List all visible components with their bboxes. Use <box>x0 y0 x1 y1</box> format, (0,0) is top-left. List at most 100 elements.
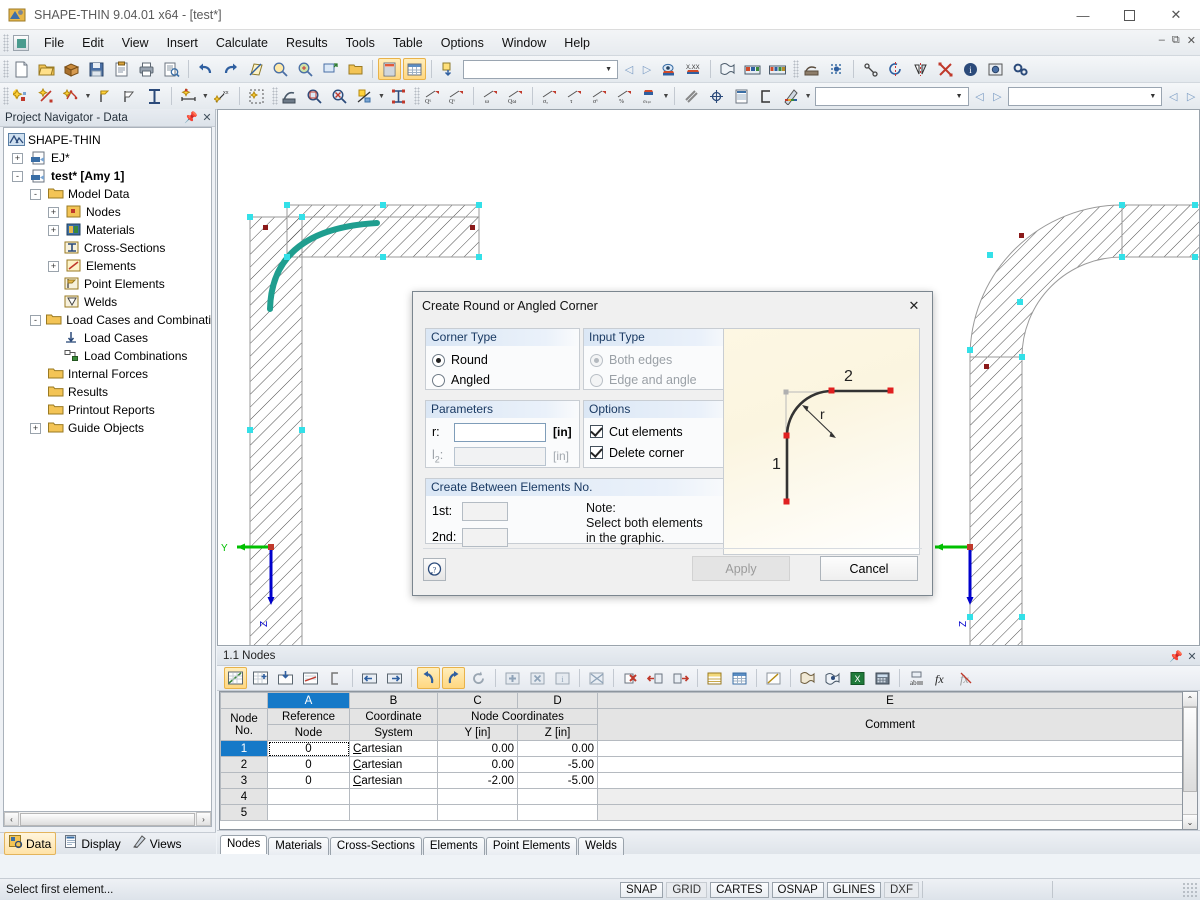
open-folder-icon[interactable] <box>35 58 58 80</box>
resize-gripper-icon[interactable] <box>1182 882 1198 898</box>
folder-yellow-icon[interactable] <box>344 58 367 80</box>
redo-icon[interactable] <box>442 667 465 689</box>
calculator-icon[interactable] <box>871 667 894 689</box>
dimension-dropdown-icon[interactable]: ▼ <box>201 85 210 107</box>
expander-plus-icon[interactable]: + <box>48 207 59 218</box>
column-letter-d[interactable]: D <box>518 693 598 709</box>
mesh-icon[interactable] <box>800 58 823 80</box>
sheet-tab-elements[interactable]: Elements <box>423 837 485 855</box>
tree-item-materials[interactable]: + Materials <box>4 221 211 239</box>
delete-red-icon[interactable] <box>619 667 642 689</box>
checkbox-cut-elements[interactable]: Cut elements <box>584 421 734 442</box>
open-package-icon[interactable] <box>60 58 83 80</box>
tree-item-load-cases[interactable]: Load Cases <box>4 329 211 347</box>
tree-item-model-data[interactable]: - Model Data <box>4 185 211 203</box>
mdi-minimize-button[interactable]: – <box>1159 34 1165 47</box>
sigma-x-icon[interactable]: σₓ <box>538 85 561 107</box>
cell-reference-node[interactable] <box>268 805 350 821</box>
decimal-places-icon[interactable]: X.XX <box>682 58 705 80</box>
cell-coordinate-system[interactable] <box>350 789 438 805</box>
expander-plus-icon[interactable]: + <box>48 225 59 236</box>
zoom-window-icon[interactable] <box>319 58 342 80</box>
column-letter-b[interactable]: B <box>350 693 438 709</box>
mdi-close-button[interactable]: ✕ <box>1187 34 1196 47</box>
color-scale-dropdown-icon[interactable]: ▼ <box>804 85 813 107</box>
row-number[interactable]: 4 <box>221 789 268 805</box>
cell-comment[interactable] <box>598 805 1183 821</box>
cell-y[interactable]: -2.00 <box>438 773 518 789</box>
cell-z[interactable] <box>518 789 598 805</box>
scroll-thumb[interactable] <box>1183 707 1197 792</box>
edit-shape-icon[interactable] <box>244 58 267 80</box>
results-combo-2-next[interactable]: ▷ <box>1182 85 1200 107</box>
expander-plus-icon[interactable]: + <box>12 153 23 164</box>
info-icon[interactable]: i <box>959 58 982 80</box>
grid-color-icon[interactable] <box>728 667 751 689</box>
sheet-tab-materials[interactable]: Materials <box>268 837 329 855</box>
cad-shape-right[interactable] <box>970 205 1200 646</box>
expander-plus-icon[interactable]: + <box>30 423 41 434</box>
radius-spinner[interactable]: ▲▼ ▶ <box>454 423 546 442</box>
new-node-icon[interactable] <box>10 85 33 107</box>
toolbar-combo[interactable]: ▼ <box>463 60 618 79</box>
cell-coordinate-system[interactable]: Cartesian <box>350 741 438 757</box>
status-toggle-osnap[interactable]: OSNAP <box>772 882 824 898</box>
refresh-icon[interactable] <box>467 667 490 689</box>
cell-z[interactable]: 0.00 <box>518 741 598 757</box>
printout-report-icon[interactable] <box>716 58 739 80</box>
tree-item-point-elements[interactable]: Point Elements <box>4 275 211 293</box>
cell-reference-node[interactable]: 0 <box>268 757 350 773</box>
radio-round-indicator[interactable] <box>432 354 445 367</box>
menu-window[interactable]: Window <box>493 33 555 53</box>
section-icon[interactable] <box>680 85 703 107</box>
results-combo-1[interactable]: ▼ <box>815 87 969 106</box>
insert-right-icon[interactable] <box>669 667 692 689</box>
excel-icon[interactable]: X <box>846 667 869 689</box>
toolbar-grip-handle-2[interactable] <box>793 60 799 78</box>
cell-comment[interactable] <box>598 773 1183 789</box>
sigma-kpl-icon[interactable]: σₖₚₗ <box>638 85 661 107</box>
minimize-button[interactable]: — <box>1060 0 1106 30</box>
tree-item-nodes[interactable]: + Nodes <box>4 203 211 221</box>
checkbox-delete-corner[interactable]: Delete corner <box>584 442 734 463</box>
prev-table-icon[interactable] <box>358 667 381 689</box>
tree-item-elements[interactable]: + Elements <box>4 257 211 275</box>
row-number[interactable]: 5 <box>221 805 268 821</box>
menu-options[interactable]: Options <box>432 33 493 53</box>
cell-reference-node[interactable] <box>268 789 350 805</box>
delete-row-icon[interactable] <box>526 667 549 689</box>
show-grid-icon[interactable] <box>403 58 426 80</box>
help-question-icon[interactable]: ? <box>423 558 446 581</box>
cell-comment[interactable] <box>598 757 1183 773</box>
menu-table[interactable]: Table <box>384 33 432 53</box>
mirror-icon[interactable] <box>909 58 932 80</box>
pin-icon[interactable]: 📌 <box>1168 650 1184 663</box>
close-icon[interactable]: ✕ <box>1184 650 1200 663</box>
menu-help[interactable]: Help <box>555 33 599 53</box>
menu-grip-handle[interactable] <box>3 34 9 52</box>
menu-view[interactable]: View <box>113 33 158 53</box>
coordinates-xx-icon[interactable]: xx <box>211 85 234 107</box>
export-icon[interactable] <box>299 667 322 689</box>
maximize-button[interactable] <box>1106 0 1152 30</box>
printout-reports-icon[interactable] <box>741 58 764 80</box>
status-toggle-dxf[interactable]: DXF <box>884 882 919 898</box>
close-icon[interactable]: ✕ <box>199 111 215 124</box>
navigator-tab-views[interactable]: Views <box>129 833 186 854</box>
cell-y[interactable]: 0.00 <box>438 757 518 773</box>
cell-coordinate-system[interactable] <box>350 805 438 821</box>
results-combo-2[interactable]: ▼ <box>1008 87 1162 106</box>
scroll-left-button[interactable]: ‹ <box>4 812 19 826</box>
radio-angled-indicator[interactable] <box>432 374 445 387</box>
formula-icon[interactable]: fx <box>930 667 953 689</box>
move-nodes-icon[interactable] <box>387 85 410 107</box>
new-line-icon[interactable] <box>35 85 58 107</box>
column-letter-a[interactable]: A <box>268 693 350 709</box>
cell-y[interactable]: 0.00 <box>438 741 518 757</box>
scroll-right-button[interactable]: › <box>196 812 211 826</box>
combo-next-button[interactable]: ▷ <box>638 58 656 80</box>
row-color-icon[interactable] <box>703 667 726 689</box>
sheet-tab-cross-sections[interactable]: Cross-Sections <box>330 837 422 855</box>
menu-calculate[interactable]: Calculate <box>207 33 277 53</box>
show-table-icon[interactable] <box>378 58 401 80</box>
